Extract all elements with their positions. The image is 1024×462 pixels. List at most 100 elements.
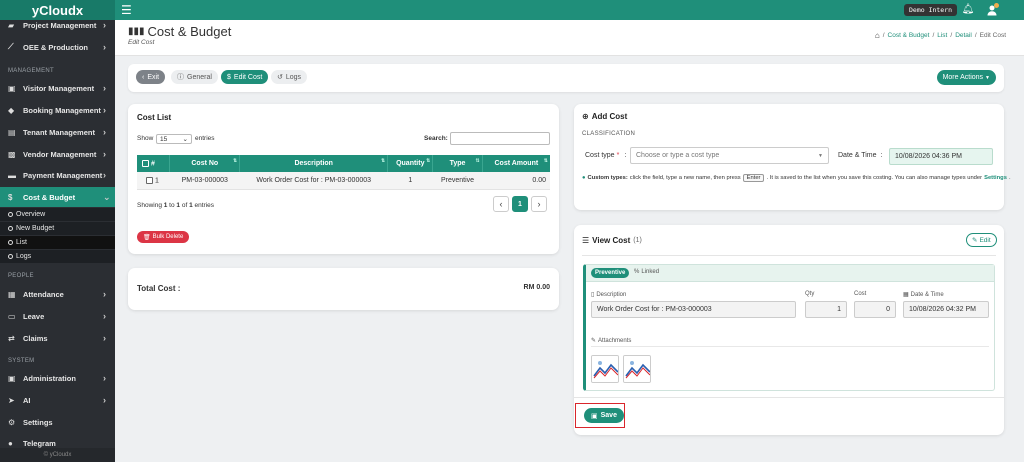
cost-field[interactable]: 0: [854, 301, 896, 318]
section-people: PEOPLE: [8, 273, 34, 279]
chevron-right-icon: ›: [103, 105, 106, 115]
sidebar-item-payment-management[interactable]: ▬ Payment Management ›: [0, 165, 115, 185]
breadcrumb-cost-budget[interactable]: Cost & Budget: [888, 32, 930, 39]
sort-icon: ⇅: [233, 158, 238, 164]
notification-dot: [994, 3, 999, 8]
bell-icon[interactable]: 🔔︎: [960, 3, 976, 17]
add-datetime-input[interactable]: 10/08/2026 04:36 PM: [889, 148, 993, 165]
more-actions-button[interactable]: More Actions ▼: [936, 70, 996, 85]
search-input[interactable]: [450, 132, 550, 145]
list-icon: ☰: [582, 236, 590, 245]
col-description[interactable]: Description ⇅: [239, 155, 389, 172]
sidebar-item-visitor-management[interactable]: ▣ Visitor Management ›: [0, 78, 115, 98]
sidebar-item-project-management[interactable]: ▰ Project Management ›: [0, 20, 115, 35]
sub-item-new-budget[interactable]: New Budget: [0, 222, 115, 235]
view-datetime-field[interactable]: 10/08/2026 04:32 PM: [903, 301, 989, 318]
description-field[interactable]: Work Order Cost for : PM-03-000003: [591, 301, 796, 318]
pager-prev-button[interactable]: ‹: [493, 196, 509, 212]
cell-cost-no: PM-03-000003: [169, 172, 240, 190]
chevron-right-icon: ›: [103, 333, 106, 343]
chevron-right-icon: ›: [103, 83, 106, 93]
qty-field[interactable]: 1: [805, 301, 847, 318]
enter-key: Enter: [742, 174, 765, 182]
divider: [574, 397, 1004, 398]
pager-next-button[interactable]: ›: [531, 196, 547, 212]
user-badge[interactable]: Demo Intern: [904, 4, 958, 16]
top-bar: [0, 0, 1024, 20]
tab-general[interactable]: ⓘ General: [171, 70, 218, 84]
attachment-thumbnail[interactable]: [623, 355, 651, 383]
chevron-right-icon: ›: [103, 149, 106, 159]
plus-circle-icon: ⊕: [582, 112, 589, 121]
home-icon[interactable]: ⌂: [875, 31, 880, 40]
col-cost-amount[interactable]: Cost Amount ⇅: [482, 155, 550, 172]
cost-type-combobox[interactable]: Choose or type a cost type ▼: [630, 147, 829, 164]
chevron-right-icon: ›: [103, 170, 106, 180]
total-cost-value: RM 0.00: [523, 284, 550, 291]
sidebar-item-administration[interactable]: ▣ Administration ›: [0, 368, 115, 388]
sub-item-list[interactable]: List: [0, 236, 115, 249]
breadcrumb-detail[interactable]: Detail: [955, 32, 972, 39]
bulk-delete-button[interactable]: 🗑︎ Bulk Delete: [137, 231, 190, 243]
col-quantity[interactable]: Quantity ⇅: [387, 155, 434, 172]
vendor-card-icon: ▩: [8, 149, 16, 159]
sidebar-item-tenant-management[interactable]: ▤ Tenant Management ›: [0, 122, 115, 142]
tab-bar: ‹ Exit ⓘ General $ Edit Cost ↺ Logs More Act…: [128, 64, 1004, 92]
col-type[interactable]: Type ⇅: [432, 155, 483, 172]
sidebar-item-vendor-management[interactable]: ▩ Vendor Management ›: [0, 144, 115, 164]
tab-edit-cost[interactable]: $ Edit Cost: [221, 70, 269, 84]
table-row[interactable]: 1 PM-03-000003 Work Order Cost for : PM-…: [137, 172, 550, 190]
row-checkbox[interactable]: [146, 176, 153, 184]
sidebar-item-oee-production[interactable]: ⟋ OEE & Production ›: [0, 37, 115, 57]
chevron-right-icon: ›: [103, 395, 106, 405]
sidebar-item-settings[interactable]: ⚙ Settings: [0, 412, 115, 432]
menu-toggle-icon[interactable]: ☰: [121, 3, 132, 17]
sidebar-item-claims[interactable]: ⇄ Claims ›: [0, 328, 115, 348]
attachment-thumbnail[interactable]: [591, 355, 619, 383]
section-management: MANAGEMENT: [8, 68, 55, 74]
tab-preventive[interactable]: Preventive: [591, 268, 630, 278]
tab-logs[interactable]: ↺ Logs: [271, 70, 308, 84]
page-size-select[interactable]: 15 ⌄: [156, 134, 192, 144]
page-subtitle: Edit Cost: [128, 39, 155, 46]
dollar-icon: $: [8, 192, 13, 202]
image-thumbnail-icon: [592, 356, 618, 382]
cost-type-label: Cost type *:: [585, 152, 627, 159]
highlight-annotation: [575, 403, 625, 428]
link-icon: %: [634, 269, 640, 275]
showing-info: Showing 1 to 1 of 1 entries: [137, 202, 215, 209]
col-select-all[interactable]: #: [137, 155, 171, 172]
sidebar-item-booking-management[interactable]: ◆ Booking Management ›: [0, 100, 115, 120]
page-header: ▮▮▮ Cost & Budget Edit Cost ⌂ / Cost & B…: [115, 20, 1024, 56]
sub-item-logs[interactable]: Logs: [0, 250, 115, 263]
circle-icon: [8, 254, 13, 259]
user-menu-icon[interactable]: [984, 3, 1000, 17]
chart-line-icon: ⟋: [8, 42, 14, 51]
settings-link[interactable]: Settings: [984, 175, 1007, 181]
edit-button[interactable]: ✎ Edit: [966, 233, 997, 247]
attachments-label: ✎ Attachments: [591, 337, 632, 345]
tag-icon: ◆: [8, 105, 15, 115]
chevron-right-icon: ›: [103, 311, 106, 321]
pager-page-button[interactable]: 1: [512, 196, 528, 212]
sidebar-footer: © yCloudx: [0, 448, 115, 462]
page-title: ▮▮▮ Cost & Budget: [128, 24, 232, 39]
cell-cost-amount: 0.00: [482, 172, 550, 190]
entries-label: entries: [195, 135, 215, 142]
brand-logo[interactable]: yCloudx: [0, 0, 115, 20]
section-system: SYSTEM: [8, 358, 35, 364]
cost-list-card: Cost List Show 15 ⌄ entries Search: # Cos…: [128, 104, 559, 254]
chevron-right-icon: ›: [537, 199, 541, 209]
col-cost-no[interactable]: Cost No ⇅: [169, 155, 241, 172]
tab-linked[interactable]: % Linked: [634, 269, 659, 275]
exit-button[interactable]: ‹ Exit: [136, 70, 166, 84]
pencil-icon: ✎: [972, 237, 978, 244]
sidebar-item-attendance[interactable]: ▦ Attendance ›: [0, 284, 115, 304]
cell-type: Preventive: [432, 172, 483, 190]
sidebar-item-ai[interactable]: ➤ AI ›: [0, 390, 115, 410]
sidebar-item-cost-budget[interactable]: $ Cost & Budget ⌄: [0, 187, 115, 207]
select-all-checkbox[interactable]: [142, 159, 149, 167]
sub-item-overview[interactable]: Overview: [0, 208, 115, 221]
breadcrumb-list[interactable]: List: [937, 32, 947, 39]
sidebar-item-leave[interactable]: ▭ Leave ›: [0, 306, 115, 326]
